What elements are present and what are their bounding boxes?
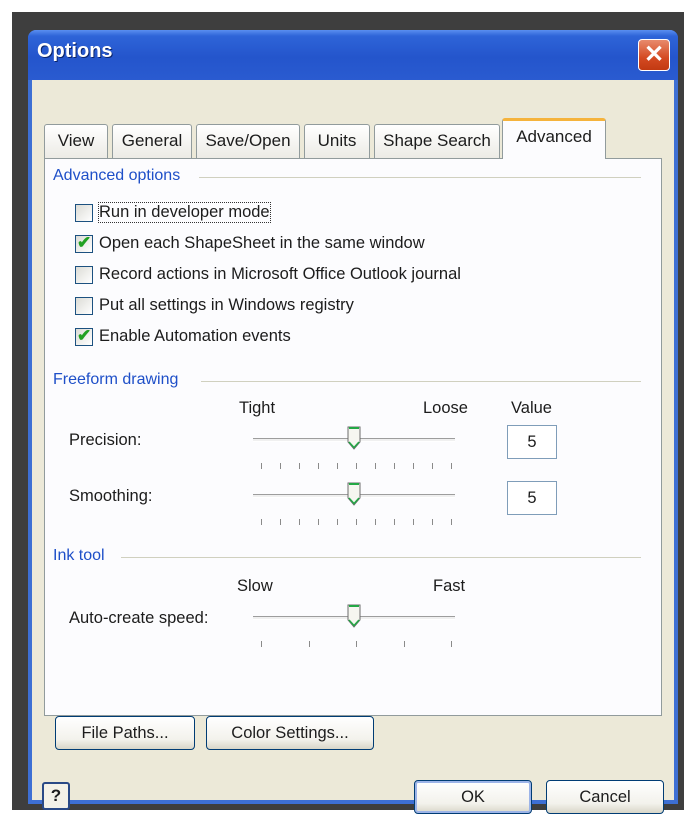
tab-save-open[interactable]: Save/Open xyxy=(196,124,300,158)
tick-mark xyxy=(280,519,281,525)
cancel-button[interactable]: Cancel xyxy=(546,780,664,814)
checkbox-label: Record actions in Microsoft Office Outlo… xyxy=(99,265,461,283)
tick-mark xyxy=(413,519,414,525)
title-bar[interactable]: Options ✕ xyxy=(28,30,678,80)
checkbox-box[interactable] xyxy=(75,297,93,315)
tick-mark xyxy=(299,519,300,525)
checkbox-label: Run in developer mode xyxy=(98,202,271,223)
tick-mark xyxy=(318,463,319,469)
dialog-body: View General Save/Open Units Shape Searc… xyxy=(32,80,674,814)
tick-mark xyxy=(413,463,414,469)
group-divider xyxy=(199,177,641,178)
smoothing-label: Smoothing: xyxy=(69,487,153,505)
checkbox-box[interactable] xyxy=(75,266,93,284)
smoothing-ticks xyxy=(261,519,452,527)
tick-mark xyxy=(356,463,357,469)
fast-label: Fast xyxy=(433,577,466,595)
tick-mark xyxy=(451,641,452,647)
check-icon: ✔ xyxy=(77,326,92,345)
tab-view[interactable]: View xyxy=(44,124,108,158)
tick-mark xyxy=(261,641,262,647)
checkbox-label: Enable Automation events xyxy=(99,327,291,345)
ok-button[interactable]: OK xyxy=(414,780,532,814)
tick-mark xyxy=(261,463,262,469)
loose-label: Loose xyxy=(423,399,468,417)
checkbox-label: Put all settings in Windows registry xyxy=(99,296,354,314)
file-paths-button[interactable]: File Paths... xyxy=(55,716,195,750)
precision-value-input[interactable]: 5 xyxy=(507,425,557,459)
checkbox-box[interactable]: ✔ xyxy=(75,233,93,253)
tick-mark xyxy=(451,519,452,525)
slider-thumb[interactable] xyxy=(347,482,361,506)
precision-label: Precision: xyxy=(69,431,142,449)
tick-mark xyxy=(261,519,262,525)
slider-thumb[interactable] xyxy=(347,426,361,450)
dialog-title: Options xyxy=(37,40,113,62)
tick-mark xyxy=(356,519,357,525)
auto-create-speed-label: Auto-create speed: xyxy=(69,609,209,627)
checkbox-box[interactable] xyxy=(75,204,93,222)
tab-units[interactable]: Units xyxy=(304,124,370,158)
tick-mark xyxy=(337,463,338,469)
checkbox-label: Open each ShapeSheet in the same window xyxy=(99,234,425,252)
tick-mark xyxy=(375,519,376,525)
tick-mark xyxy=(432,519,433,525)
advanced-options-heading: Advanced options xyxy=(53,167,181,184)
speed-ticks xyxy=(261,641,452,649)
slow-label: Slow xyxy=(237,577,273,595)
tick-mark xyxy=(356,641,357,647)
options-dialog: Options ✕ View General Save/Open Units S… xyxy=(28,30,678,814)
tick-mark xyxy=(375,463,376,469)
check-icon: ✔ xyxy=(77,233,92,252)
tick-mark xyxy=(318,519,319,525)
tick-mark xyxy=(403,641,405,647)
tab-advanced[interactable]: Advanced xyxy=(502,118,606,159)
color-settings-button[interactable]: Color Settings... xyxy=(206,716,374,750)
tick-mark xyxy=(432,463,433,469)
tick-mark xyxy=(299,463,300,469)
checkbox-box[interactable]: ✔ xyxy=(75,326,93,346)
smoothing-value-input[interactable]: 5 xyxy=(507,481,557,515)
tick-mark xyxy=(451,463,452,469)
tab-strip: View General Save/Open Units Shape Searc… xyxy=(44,118,664,159)
advanced-panel: Advanced options Run in developer mode ✔… xyxy=(44,158,662,716)
group-divider xyxy=(201,381,641,382)
tick-mark xyxy=(337,519,338,525)
tab-general[interactable]: General xyxy=(112,124,192,158)
freeform-drawing-heading: Freeform drawing xyxy=(53,371,179,388)
tick-mark xyxy=(394,463,395,469)
tick-mark xyxy=(394,519,395,525)
help-icon[interactable]: ? xyxy=(42,782,70,810)
tight-label: Tight xyxy=(239,399,276,417)
close-icon[interactable]: ✕ xyxy=(638,39,670,71)
ink-tool-heading: Ink tool xyxy=(53,547,105,564)
value-header: Value xyxy=(511,399,552,417)
group-divider xyxy=(121,557,641,558)
slider-thumb[interactable] xyxy=(347,604,361,628)
tick-mark xyxy=(280,463,281,469)
tick-mark xyxy=(308,641,310,647)
tab-shape-search[interactable]: Shape Search xyxy=(374,124,500,158)
precision-ticks xyxy=(261,463,452,471)
